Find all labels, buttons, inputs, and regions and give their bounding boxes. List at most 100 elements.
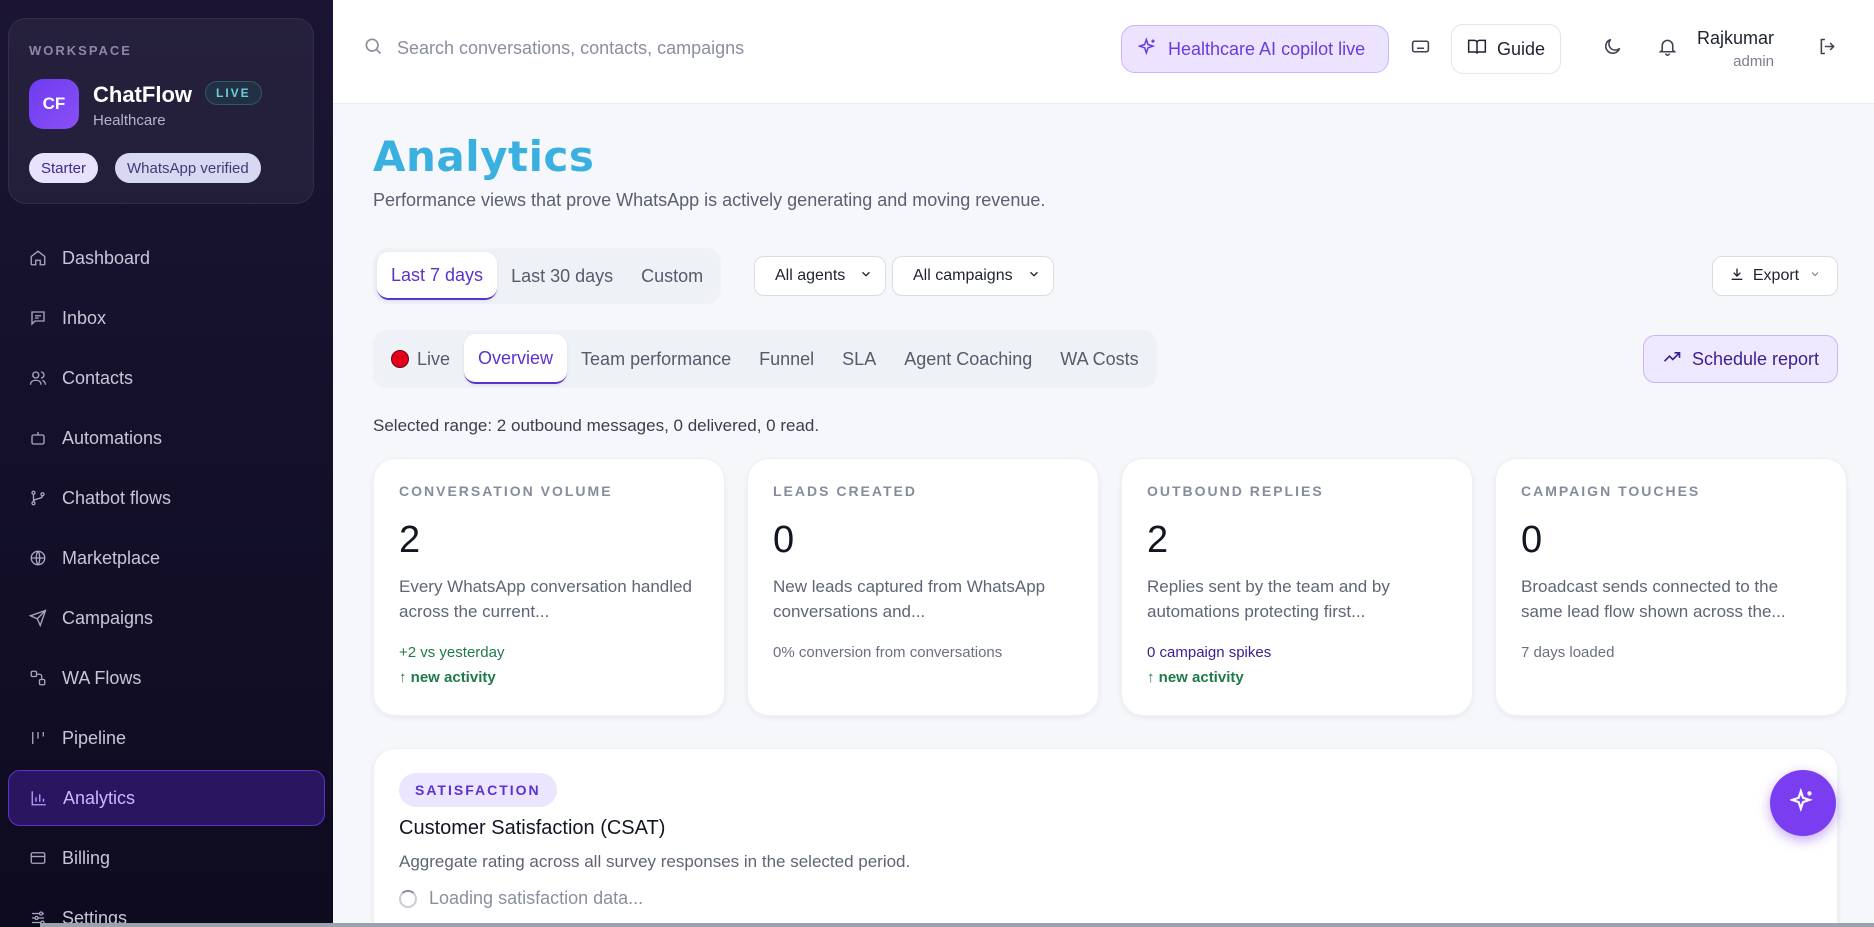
card-value: 0: [773, 519, 795, 561]
kpi-card-conversation-volume[interactable]: CONVERSATION VOLUME 2 Every WhatsApp con…: [373, 458, 725, 716]
export-button[interactable]: Export: [1712, 256, 1838, 296]
theme-toggle-button[interactable]: [1593, 30, 1631, 68]
sidebar: WORKSPACE CF ChatFlow LIVE Healthcare St…: [0, 0, 333, 927]
card-description: Broadcast sends connected to the same le…: [1521, 577, 1786, 621]
card-label: OUTBOUND REPLIES: [1147, 483, 1324, 499]
csat-loading: Loading satisfaction data...: [399, 888, 1812, 909]
tab-wa-costs[interactable]: WA Costs: [1046, 334, 1152, 384]
ai-copilot-button[interactable]: Healthcare AI copilot live: [1121, 25, 1389, 73]
main-content: Analytics Performance views that prove W…: [333, 104, 1874, 927]
workspace-name: ChatFlow: [93, 82, 192, 107]
sidebar-item-label: Campaigns: [62, 607, 154, 628]
card-value: 0: [1521, 519, 1543, 561]
card-note: 0% conversion from conversations: [773, 644, 1003, 661]
date-range-group: Last 7 days Last 30 days Custom: [373, 248, 722, 304]
search-bar[interactable]: [363, 22, 1063, 74]
guide-label: Guide: [1496, 38, 1546, 59]
card-value: 2: [1147, 519, 1169, 561]
sidebar-item-campaigns[interactable]: Campaigns: [8, 590, 325, 646]
card-note: 7 days loaded: [1521, 644, 1615, 661]
sidebar-item-settings[interactable]: Settings: [8, 890, 325, 927]
logout-button[interactable]: [1808, 30, 1846, 68]
sidebar-nav: Dashboard Inbox Contacts Automations Cha…: [0, 230, 333, 927]
range-summary: Selected range: 2 outbound messages, 0 d…: [373, 416, 820, 435]
csat-tag: SATISFACTION: [399, 773, 557, 807]
sidebar-item-marketplace[interactable]: Marketplace: [8, 530, 325, 586]
kpi-card-leads-created[interactable]: LEADS CREATED 0 New leads captured from …: [747, 458, 1099, 716]
card-icon: [28, 848, 48, 868]
page-title: Analytics: [373, 132, 595, 181]
tab-funnel[interactable]: Funnel: [745, 334, 828, 384]
range-last-30-days[interactable]: Last 30 days: [497, 252, 627, 300]
bar-chart-icon: [29, 788, 49, 808]
tab-overview[interactable]: Overview: [464, 334, 568, 384]
bot-icon: [28, 428, 48, 448]
download-icon: [1729, 266, 1753, 287]
globe-icon: [28, 548, 48, 568]
campaign-select[interactable]: All campaigns: [892, 256, 1054, 296]
keyboard-shortcuts-button[interactable]: [1401, 30, 1439, 68]
top-header: Healthcare AI copilot live Guide Rajkuma…: [333, 0, 1874, 104]
kpi-card-campaign-touches[interactable]: CAMPAIGN TOUCHES 0 Broadcast sends conne…: [1495, 458, 1847, 716]
range-last-7-days[interactable]: Last 7 days: [377, 252, 498, 300]
home-icon: [28, 248, 48, 268]
flow-icon: [28, 668, 48, 688]
workspace-avatar: CF: [29, 79, 79, 129]
horizontal-scrollbar[interactable]: [40, 923, 1874, 927]
logout-icon: [1817, 36, 1838, 62]
kpi-card-outbound-replies[interactable]: OUTBOUND REPLIES 2 Replies sent by the t…: [1121, 458, 1473, 716]
agent-select[interactable]: All agents: [754, 256, 887, 296]
guide-button[interactable]: Guide: [1451, 24, 1561, 74]
plan-chip: Starter: [29, 153, 99, 183]
card-value: 2: [399, 519, 421, 561]
bell-icon: [1657, 36, 1678, 62]
sidebar-item-billing[interactable]: Billing: [8, 830, 325, 886]
workspace-label: WORKSPACE: [29, 43, 132, 58]
inbox-icon: [28, 308, 48, 328]
sidebar-item-pipeline[interactable]: Pipeline: [8, 710, 325, 766]
schedule-report-button[interactable]: Schedule report: [1643, 335, 1838, 383]
tab-live[interactable]: Live: [377, 334, 464, 384]
sidebar-item-label: Automations: [62, 427, 163, 448]
tab-sla[interactable]: SLA: [828, 334, 890, 384]
export-label: Export: [1752, 267, 1800, 284]
range-custom[interactable]: Custom: [627, 252, 717, 300]
book-icon: [1467, 37, 1497, 62]
ai-assistant-fab[interactable]: [1770, 770, 1836, 836]
card-note: 0 campaign spikes: [1147, 644, 1272, 661]
live-badge: LIVE: [205, 81, 262, 105]
sidebar-item-wa-flows[interactable]: WA Flows: [8, 650, 325, 706]
card-description: New leads captured from WhatsApp convers…: [773, 577, 1046, 621]
tab-agent-coaching[interactable]: Agent Coaching: [890, 334, 1046, 384]
search-icon: [363, 36, 383, 61]
csat-panel: SATISFACTION Customer Satisfaction (CSAT…: [373, 748, 1838, 927]
trending-up-icon: [1662, 347, 1692, 372]
sparkles-icon: [1788, 787, 1816, 819]
user-role: admin: [1733, 53, 1774, 70]
moon-icon: [1602, 36, 1623, 62]
sidebar-item-inbox[interactable]: Inbox: [8, 290, 325, 346]
tab-team-performance[interactable]: Team performance: [567, 334, 745, 384]
notifications-button[interactable]: [1648, 30, 1686, 68]
sidebar-item-analytics[interactable]: Analytics: [8, 770, 325, 826]
sidebar-item-dashboard[interactable]: Dashboard: [8, 230, 325, 286]
copilot-label: Healthcare AI copilot live: [1168, 38, 1366, 59]
card-label: LEADS CREATED: [773, 483, 917, 499]
card-description: Replies sent by the team and by automati…: [1147, 577, 1390, 621]
search-input[interactable]: [397, 37, 1017, 59]
sidebar-item-contacts[interactable]: Contacts: [8, 350, 325, 406]
workspace-card[interactable]: WORKSPACE CF ChatFlow LIVE Healthcare St…: [8, 18, 314, 204]
sidebar-item-label: Chatbot flows: [62, 487, 172, 508]
sidebar-item-chatbot-flows[interactable]: Chatbot flows: [8, 470, 325, 526]
send-icon: [28, 608, 48, 628]
loading-text: Loading satisfaction data...: [429, 888, 644, 908]
user-name[interactable]: Rajkumar: [1697, 28, 1774, 49]
whatsapp-verified-chip: WhatsApp verified: [115, 153, 261, 183]
users-icon: [28, 368, 48, 388]
chevron-down-icon: [1027, 267, 1041, 286]
kpi-cards: CONVERSATION VOLUME 2 Every WhatsApp con…: [373, 458, 1847, 716]
chevron-down-icon: [1799, 267, 1821, 285]
csat-subtitle: Aggregate rating across all survey respo…: [399, 852, 911, 871]
sidebar-item-automations[interactable]: Automations: [8, 410, 325, 466]
card-activity: ↑ new activity: [399, 669, 496, 686]
